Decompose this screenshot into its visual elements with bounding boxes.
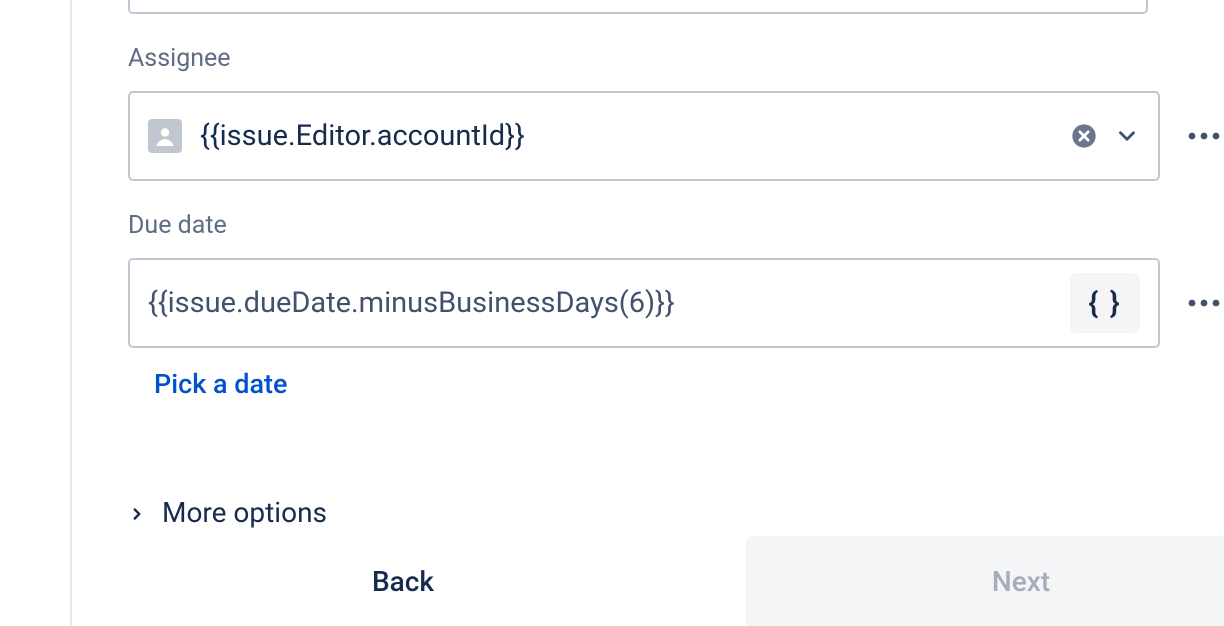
clear-icon[interactable] (1070, 122, 1098, 150)
left-sidebar (0, 0, 72, 626)
due-date-input[interactable]: {{issue.dueDate.minusBusinessDays(6)}} {… (128, 258, 1160, 348)
previous-field-box-bottom (128, 0, 1148, 14)
due-date-label: Due date (128, 211, 1224, 240)
footer-button-row: Back Next (128, 536, 1224, 626)
next-button: Next (746, 536, 1224, 626)
more-options-toggle[interactable]: More options (128, 496, 1224, 529)
chevron-down-icon[interactable] (1114, 123, 1140, 149)
assignee-label: Assignee (128, 44, 1224, 73)
pick-a-date-link[interactable]: Pick a date (154, 368, 287, 400)
assignee-more-actions[interactable] (1184, 131, 1224, 141)
main-panel: Assignee {{issue.Editor.accountId}} (72, 0, 1224, 626)
back-button[interactable]: Back (128, 536, 678, 626)
smart-value-chip[interactable]: { } (1070, 273, 1140, 333)
due-date-more-actions[interactable] (1184, 298, 1224, 308)
due-date-value: {{issue.dueDate.minusBusinessDays(6)}} (148, 286, 1060, 320)
chevron-right-icon (128, 502, 146, 526)
due-date-field: Due date {{issue.dueDate.minusBusinessDa… (128, 211, 1224, 400)
avatar-icon (148, 119, 182, 153)
assignee-input[interactable]: {{issue.Editor.accountId}} (128, 91, 1160, 181)
assignee-field: Assignee {{issue.Editor.accountId}} (128, 44, 1224, 181)
more-options-label: More options (162, 496, 327, 529)
assignee-value: {{issue.Editor.accountId}} (200, 119, 1060, 153)
